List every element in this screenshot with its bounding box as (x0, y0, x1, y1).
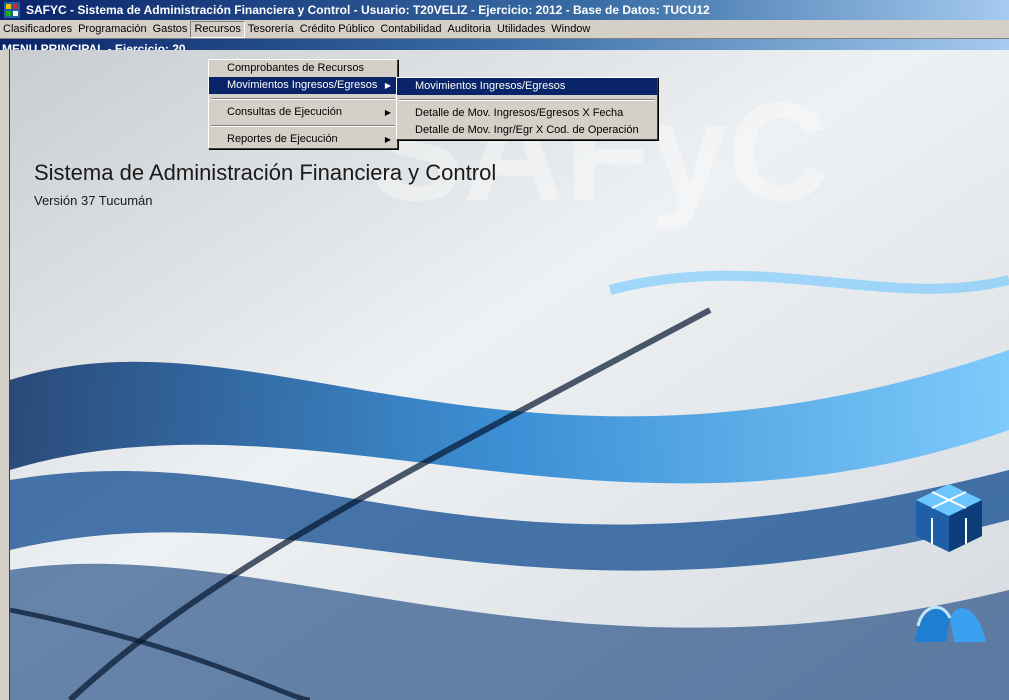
menu-recursos[interactable]: Recursos (190, 21, 245, 38)
submenu-arrow-icon: ▶ (384, 135, 391, 144)
background-art: SAFyC (10, 50, 1009, 700)
submenu-item-movimientos[interactable]: Movimientos Ingresos/Egresos (397, 78, 657, 95)
movimientos-submenu: Movimientos Ingresos/Egresos Detalle de … (396, 77, 658, 140)
submenu-item-detalle-codigo[interactable]: Detalle de Mov. Ingr/Egr X Cod. de Opera… (397, 122, 657, 139)
menu-separator (211, 98, 395, 100)
menu-separator (211, 125, 395, 127)
menu-bar: Clasificadores Programación Gastos Recursos… (0, 20, 1009, 39)
menu-item-comprobantes[interactable]: Comprobantes de Recursos (209, 60, 397, 77)
menu-clasificadores[interactable]: Clasificadores (0, 20, 75, 38)
menu-gastos[interactable]: Gastos (150, 20, 191, 38)
recursos-dropdown: Comprobantes de Recursos Movimientos Ing… (208, 59, 398, 149)
version-label: Versión 37 Tucumán (34, 193, 153, 208)
menu-utilidades[interactable]: Utilidades (494, 20, 548, 38)
window-frame-left (0, 50, 10, 700)
background-canvas: SAFyC (10, 50, 1009, 700)
menu-tesoreria[interactable]: Tesorería (245, 20, 297, 38)
arch-logo-icon (914, 605, 986, 642)
menu-auditoria[interactable]: Auditoria (445, 20, 494, 38)
menu-programacion[interactable]: Programación (75, 20, 149, 38)
menu-credito-publico[interactable]: Crédito Público (297, 20, 378, 38)
menu-item-movimientos[interactable]: Movimientos Ingresos/Egresos ▶ (209, 77, 397, 94)
submenu-item-detalle-fecha[interactable]: Detalle de Mov. Ingresos/Egresos X Fecha (397, 105, 657, 122)
menu-item-consultas[interactable]: Consultas de Ejecución ▶ (209, 104, 397, 121)
app-icon (4, 2, 20, 18)
main-heading: Sistema de Administración Financiera y C… (34, 160, 497, 185)
menu-separator (399, 99, 655, 101)
menu-contabilidad[interactable]: Contabilidad (377, 20, 444, 38)
submenu-arrow-icon: ▶ (384, 81, 391, 90)
menu-item-reportes[interactable]: Reportes de Ejecución ▶ (209, 131, 397, 148)
menu-window[interactable]: Window (548, 20, 593, 38)
window-title: SAFYC - Sistema de Administración Financ… (26, 3, 710, 17)
cube-logo-icon (916, 484, 982, 552)
app-title-bar: SAFYC - Sistema de Administración Financ… (0, 0, 1009, 20)
submenu-arrow-icon: ▶ (384, 108, 391, 117)
